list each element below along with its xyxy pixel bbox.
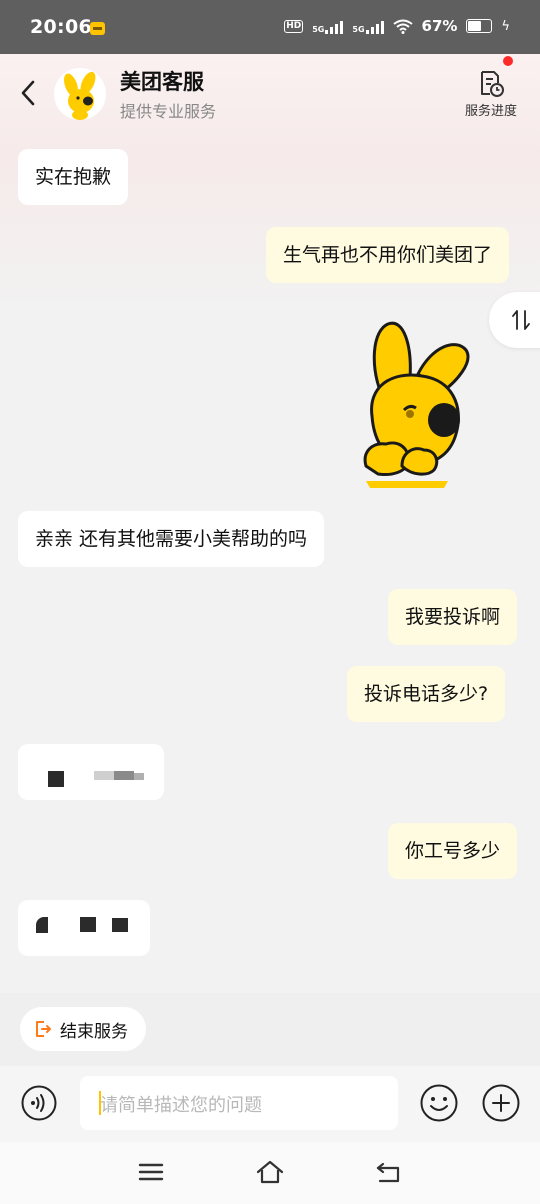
exit-icon xyxy=(36,1021,51,1037)
message-input[interactable]: 请简单描述您的问题 xyxy=(80,1076,398,1130)
page-subtitle: 提供专业服务 xyxy=(120,102,217,121)
signal-icon-1: 5G xyxy=(312,18,344,34)
plus-icon[interactable] xyxy=(482,1084,520,1122)
status-time: 20:06 xyxy=(30,16,92,38)
hd-icon: HD xyxy=(284,19,304,33)
end-service-button[interactable]: 结束服务 xyxy=(20,1007,146,1051)
text-caret xyxy=(99,1091,101,1115)
end-service-label: 结束服务 xyxy=(60,1022,128,1042)
home-icon[interactable] xyxy=(255,1158,285,1186)
redacted-agent-message xyxy=(18,900,150,956)
notification-dot xyxy=(503,56,513,66)
wifi-icon xyxy=(392,19,413,34)
status-icons: HD 5G 5G 67% ϟ xyxy=(284,17,510,35)
user-message: 你工号多少 xyxy=(388,823,518,879)
charging-icon: ϟ xyxy=(501,18,510,34)
redacted-agent-message xyxy=(18,744,164,800)
battery-icon xyxy=(466,19,493,33)
page-title: 美团客服 xyxy=(120,70,204,94)
meituan-notification-icon xyxy=(90,22,105,35)
swap-vertical-button[interactable] xyxy=(489,292,540,348)
document-clock-icon xyxy=(481,71,504,97)
smiley-icon[interactable] xyxy=(420,1084,458,1122)
agent-message: 亲亲 还有其他需要小美帮助的吗 xyxy=(18,511,325,567)
status-bar: 20:06 HD 5G 5G 67% ϟ xyxy=(0,0,540,54)
yellow-dog-avatar-icon xyxy=(64,71,96,120)
back-nav-icon[interactable] xyxy=(374,1158,404,1186)
user-message: 生气再也不用你们美团了 xyxy=(266,227,510,283)
service-progress-button[interactable]: 服务进度 xyxy=(460,70,522,120)
agent-message: 实在抱歉 xyxy=(18,149,129,205)
service-progress-label: 服务进度 xyxy=(464,104,517,119)
yellow-dog-sticker xyxy=(363,321,470,488)
voice-icon[interactable] xyxy=(21,1085,57,1121)
back-chevron-icon[interactable] xyxy=(18,78,40,108)
signal-icon-2: 5G xyxy=(352,18,384,34)
user-message: 我要投诉啊 xyxy=(388,589,518,645)
battery-percent: 67% xyxy=(421,17,458,35)
user-message: 投诉电话多少? xyxy=(347,666,506,722)
menu-icon[interactable] xyxy=(136,1158,166,1186)
message-input-placeholder: 请简单描述您的问题 xyxy=(100,1095,262,1116)
avatar[interactable] xyxy=(54,68,106,120)
swap-vertical-icon xyxy=(512,310,530,330)
